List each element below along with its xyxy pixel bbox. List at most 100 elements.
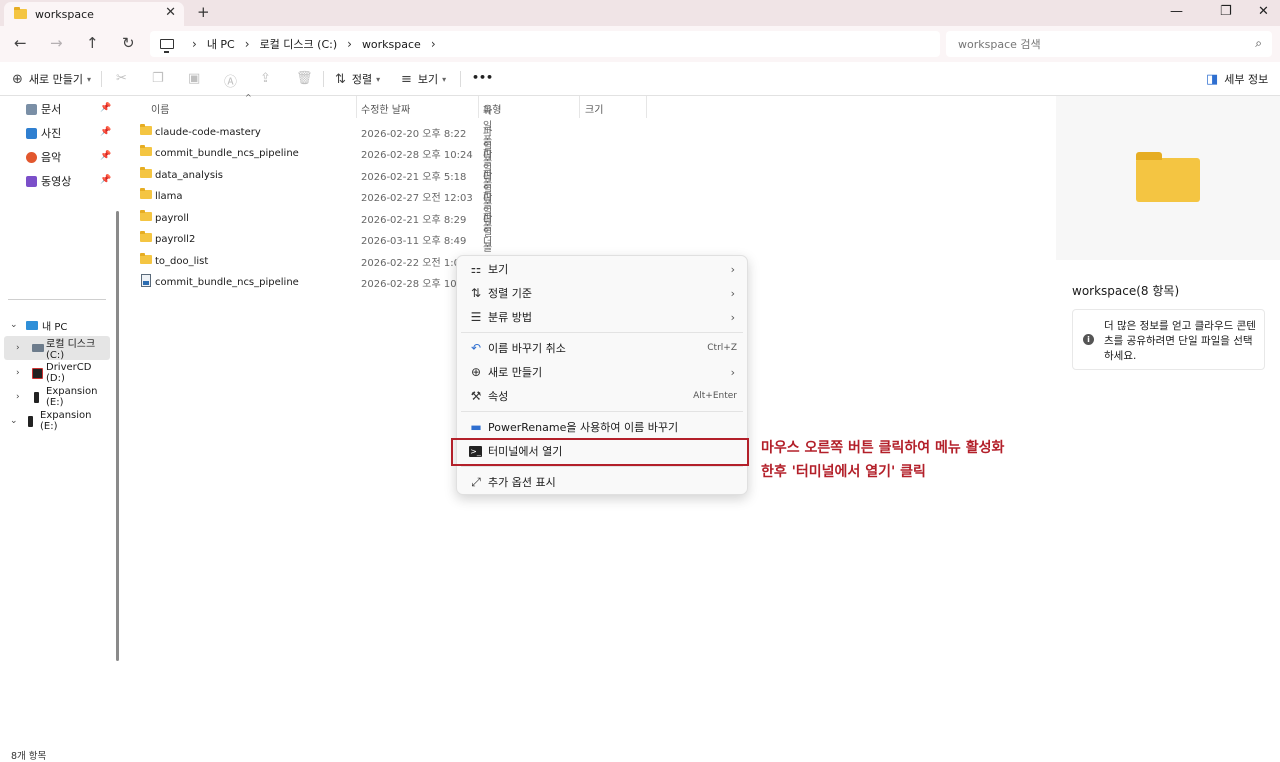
table-row[interactable]: to_doo_list 2026-02-22 오전 1:02	[140, 251, 500, 271]
chevron-down-icon[interactable]: ⌄	[10, 416, 18, 426]
menu-shortcut: Ctrl+Z	[707, 343, 737, 353]
search-input[interactable]	[958, 37, 1238, 51]
table-row[interactable]: commit_bundle_ncs_pipeline 2026-02-28 오후…	[140, 272, 500, 292]
menu-item-new[interactable]: ⊕ 새로 만들기 ›	[457, 360, 747, 384]
search-icon[interactable]: ⌕	[1255, 36, 1262, 51]
table-row[interactable]: data_analysis 2026-02-21 오후 5:18 파일 폴더	[140, 149, 500, 205]
minimize-button[interactable]: —	[1170, 4, 1183, 19]
new-label: 새로 만들기	[28, 73, 84, 86]
chevron-right-icon[interactable]: ›	[347, 37, 352, 51]
menu-item-power-rename[interactable]: ▬ PowerRename을 사용하여 이름 바꾸기	[457, 415, 747, 439]
sidebar-item-videos[interactable]: 동영상	[26, 171, 71, 191]
sidebar-item-label: 동영상	[41, 175, 72, 188]
chevron-right-icon[interactable]: ›	[245, 37, 250, 51]
rename-button[interactable]: Ⓐ	[224, 71, 243, 90]
breadcrumb-workspace[interactable]: workspace	[362, 38, 421, 51]
sidebar-item-label: 문서	[41, 103, 62, 116]
chevron-right-icon[interactable]: ›	[16, 368, 20, 378]
folder-icon	[140, 145, 152, 156]
column-divider[interactable]	[579, 96, 580, 118]
chevron-right-icon[interactable]: ›	[16, 343, 20, 353]
menu-item-more-options[interactable]: ⤢ 추가 옵션 표시	[457, 470, 747, 494]
up-button[interactable]: ↑	[86, 34, 99, 52]
table-row[interactable]: claude-code-mastery 2026-02-20 오후 8:22 파…	[140, 106, 500, 162]
table-row[interactable]: llama 2026-02-27 오전 12:03 파일 폴더	[140, 170, 500, 226]
new-tab-button[interactable]: +	[197, 3, 210, 21]
pin-icon[interactable]: 📌	[100, 103, 111, 113]
plus-circle-icon: ⊕	[12, 71, 23, 87]
details-pane-button[interactable]: ◨ 세부 정보	[1206, 71, 1268, 87]
table-row[interactable]: payroll 2026-02-21 오후 8:29 파일 폴더	[140, 192, 500, 248]
menu-item-properties[interactable]: ⚒ 속성 Alt+Enter	[457, 384, 747, 408]
new-button[interactable]: ⊕ 새로 만들기 ▾	[12, 71, 91, 87]
cut-button[interactable]: ✂	[116, 71, 133, 86]
share-icon: ⇪	[260, 71, 271, 86]
tree-item-expansion-e-root[interactable]: ⌄ Expansion (E:)	[8, 410, 112, 432]
tab-workspace[interactable]: workspace ✕	[4, 2, 184, 26]
chevron-right-icon[interactable]: ›	[16, 392, 20, 402]
trash-icon: 🗑	[296, 71, 313, 86]
file-name: llama	[155, 190, 183, 202]
more-options-button[interactable]: •••	[472, 71, 493, 84]
menu-item-group-by[interactable]: ☰ 분류 방법 ›	[457, 305, 747, 329]
tab-close-icon[interactable]: ✕	[165, 5, 176, 20]
share-button[interactable]: ⇪	[260, 71, 277, 86]
wrench-icon: ⚒	[470, 389, 482, 403]
menu-item-view[interactable]: ⚏ 보기 ›	[457, 257, 747, 281]
sidebar-scrollbar[interactable]	[116, 211, 119, 661]
delete-button[interactable]: 🗑	[296, 71, 319, 86]
details-title: workspace(8 항목)	[1072, 284, 1180, 298]
paste-button[interactable]: ▣	[188, 71, 206, 86]
column-header-name[interactable]: 이름	[151, 101, 169, 116]
file-date: 2026-02-21 오후 8:29	[361, 214, 467, 226]
pin-icon[interactable]: 📌	[100, 127, 111, 137]
info-text: 더 많은 정보를 얻고 클라우드 콘텐츠를 공유하려면 단일 파일을 선택하세요…	[1104, 320, 1256, 362]
pin-icon[interactable]: 📌	[100, 175, 111, 185]
column-divider[interactable]	[356, 96, 357, 118]
sidebar-item-pictures[interactable]: 사진	[26, 123, 61, 143]
menu-divider	[461, 411, 743, 412]
forward-button[interactable]: →	[50, 34, 63, 52]
annotation-line: 마우스 오른쪽 버튼 클릭하여 메뉴 활성화	[761, 440, 1005, 456]
table-row[interactable]: payroll2 2026-03-11 오후 8:49 파일 폴더	[140, 213, 500, 269]
column-header-modified[interactable]: 수정한 날짜	[361, 101, 410, 116]
drive-icon	[32, 344, 44, 352]
maximize-button[interactable]: ❐	[1220, 4, 1232, 19]
column-divider[interactable]	[478, 96, 479, 118]
column-divider[interactable]	[646, 96, 647, 118]
chevron-right-icon: ›	[730, 286, 735, 300]
chevron-down-icon[interactable]: ⌄	[10, 320, 18, 330]
folder-icon	[14, 7, 27, 19]
menu-divider	[461, 332, 743, 333]
address-bar[interactable]: › 내 PC › 로컬 디스크 (C:) › workspace ›	[150, 31, 940, 57]
sort-button[interactable]: ⇅ 정렬 ▾	[335, 71, 380, 87]
power-rename-icon: ▬	[470, 420, 482, 434]
sidebar-item-music[interactable]: 음악	[26, 147, 61, 167]
copy-button[interactable]: ❐	[152, 71, 170, 86]
tree-item-local-disk[interactable]: › 로컬 디스크 (C:)	[8, 337, 112, 361]
view-button[interactable]: ≡ 보기 ▾	[401, 71, 446, 87]
sidebar-item-documents[interactable]: 문서	[26, 99, 61, 119]
menu-item-sort-by[interactable]: ⇅ 정렬 기준 ›	[457, 281, 747, 305]
breadcrumb-local-disk[interactable]: 로컬 디스크 (C:)	[260, 36, 338, 52]
details-pane: workspace(8 항목) i 더 많은 정보를 얻고 클라우드 콘텐츠를 …	[1056, 96, 1280, 746]
breadcrumb-my-pc[interactable]: 내 PC	[207, 36, 235, 52]
sidebar-item-label: 사진	[41, 127, 62, 140]
tree-item-drivercd[interactable]: › DriverCD (D:)	[8, 362, 112, 384]
toolbar-divider	[101, 71, 102, 87]
back-button[interactable]: ←	[14, 34, 27, 52]
more-icon: •••	[472, 71, 494, 84]
table-row[interactable]: commit_bundle_ncs_pipeline 2026-02-28 오후…	[140, 127, 500, 183]
toolbar-divider	[460, 71, 461, 87]
annotation-text: 마우스 오른쪽 버튼 클릭하여 메뉴 활성화 한후 '터미널에서 열기' 클릭	[761, 436, 1004, 484]
pin-icon[interactable]: 📌	[100, 151, 111, 161]
menu-item-undo-rename[interactable]: ↶ 이름 바꾸기 취소 Ctrl+Z	[457, 336, 747, 360]
chevron-right-icon[interactable]: ›	[431, 37, 436, 51]
close-button[interactable]: ✕	[1258, 4, 1269, 19]
folder-icon	[140, 210, 152, 221]
menu-label: 정렬 기준	[488, 287, 532, 300]
column-header-size[interactable]: 크기	[585, 101, 603, 116]
tree-item-my-pc[interactable]: ⌄ 내 PC	[8, 314, 108, 336]
refresh-button[interactable]: ↻	[122, 34, 135, 52]
tree-item-expansion-e[interactable]: › Expansion (E:)	[8, 386, 112, 408]
